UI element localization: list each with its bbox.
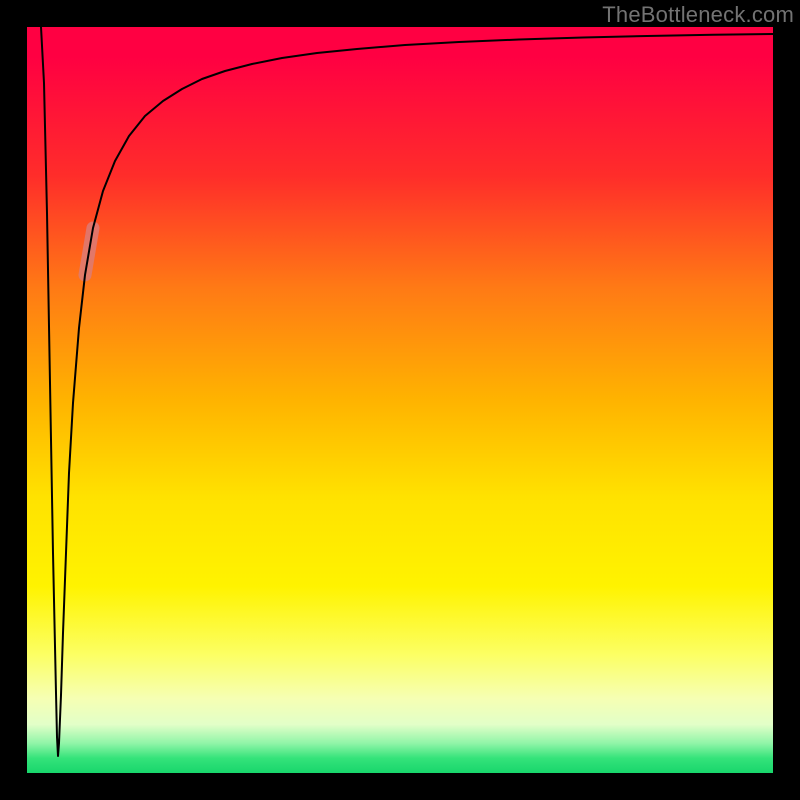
plot-area (27, 27, 773, 773)
data-curve (41, 27, 773, 756)
frame-border-left (0, 0, 27, 800)
frame-border-bottom (0, 773, 800, 800)
frame-border-right (773, 0, 800, 800)
chart-svg (27, 27, 773, 773)
watermark-label: TheBottleneck.com (602, 2, 794, 28)
chart-frame: TheBottleneck.com (0, 0, 800, 800)
